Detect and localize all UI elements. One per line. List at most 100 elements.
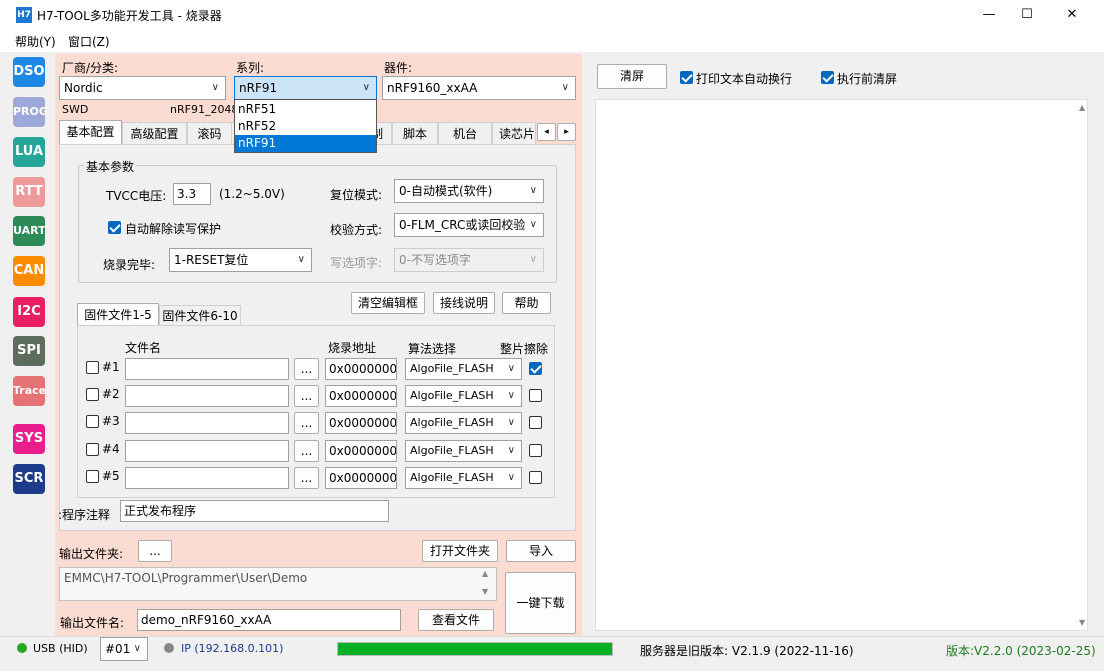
sidebar-item-can[interactable]: CAN [13,256,45,286]
file-name-input[interactable] [125,440,289,462]
one-click-download-button[interactable]: 一键下载 [505,572,576,634]
vendor-label: 厂商/分类: [62,61,119,75]
sidebar-item-trace[interactable]: Trace [13,376,46,406]
output-path[interactable]: EMMC\H7-TOOL\Programmer\User\Demo [59,567,497,601]
sidebar-item-uart[interactable]: UART [13,216,46,246]
vendor-select[interactable]: Nordic ∨ [59,76,226,100]
console-scrollbar[interactable] [1077,100,1087,630]
done-select[interactable]: 1-RESET复位 ∨ [169,248,312,272]
chip-erase-checkbox[interactable] [529,389,542,402]
chip-erase-checkbox[interactable] [529,471,542,484]
tab-read-chip[interactable]: 读芯片 [492,122,536,144]
sidebar-item-sys[interactable]: SYS [13,424,45,454]
series-option-nrf91[interactable]: nRF91 [235,135,376,152]
sidebar-item-dso[interactable]: DSO [13,57,45,87]
port-select[interactable]: #01 ∨ [100,637,148,661]
chip-erase-checkbox[interactable] [529,362,542,375]
device-label: 器件: [384,61,413,75]
option-bytes-select[interactable]: 0-不写选项字 ∨ [394,248,544,272]
view-file-button[interactable]: 查看文件 [418,609,494,631]
maximize-button[interactable]: ☐ [1004,0,1050,30]
scroll-down-icon[interactable]: ▼ [1079,618,1085,627]
auto-unlock-checkbox[interactable] [108,221,121,234]
clear-console-button[interactable]: 清屏 [597,64,667,89]
sidebar-item-prog[interactable]: PROG [13,97,48,127]
scroll-up-icon[interactable]: ▲ [1079,103,1085,112]
done-label: 烧录完毕: [103,258,156,272]
algorithm-select[interactable]: AlgoFile_FLASH ∨ [405,358,522,380]
chevron-down-icon: ∨ [362,82,370,93]
output-filename-input[interactable]: demo_nRF9160_xxAA [137,609,401,631]
scroll-down-icon[interactable]: ▼ [482,587,488,596]
ip-status: IP (192.168.0.101) [181,642,284,655]
sidebar-item-rtt[interactable]: RTT [13,177,45,207]
console-output[interactable] [595,99,1088,631]
series-option-nrf52[interactable]: nRF52 [235,118,376,135]
file-address-input[interactable]: 0x00000000 [325,385,397,407]
file-browse-button[interactable]: ... [294,358,319,380]
verify-select[interactable]: 0-FLM_CRC或读回校验 ∨ [394,213,544,237]
menu-window[interactable]: 窗口(Z) [68,33,110,50]
wiring-guide-button[interactable]: 接线说明 [433,292,495,314]
file-address-input[interactable]: 0x00000000 [325,467,397,489]
tvcc-input[interactable]: 3.3 [173,183,211,205]
tab-firmware-6-10[interactable]: 固件文件6-10 [159,305,241,325]
file-address-input[interactable]: 0x00000000 [325,412,397,434]
sidebar-item-lua[interactable]: LUA [13,137,45,167]
open-folder-button[interactable]: 打开文件夹 [422,540,498,562]
tab-rolling-code[interactable]: 滚码 [187,122,232,144]
file-enable-checkbox[interactable] [86,415,99,428]
chevron-down-icon: ∨ [507,472,515,483]
help-button[interactable]: 帮助 [502,292,551,314]
file-name-input[interactable] [125,412,289,434]
pre-clear-checkbox[interactable] [821,71,834,84]
close-button[interactable]: ✕ [1049,0,1095,30]
algorithm-select[interactable]: AlgoFile_FLASH ∨ [405,385,522,407]
file-browse-button[interactable]: ... [294,412,319,434]
usb-status: USB (HID) [33,642,88,655]
tab-advanced[interactable]: 高级配置 [122,122,187,144]
file-browse-button[interactable]: ... [294,467,319,489]
wrap-text-checkbox[interactable] [680,71,693,84]
algorithm-select[interactable]: AlgoFile_FLASH ∨ [405,440,522,462]
reset-mode-select[interactable]: 0-自动模式(软件) ∨ [394,179,544,203]
output-folder-browse[interactable]: ... [138,540,172,562]
chip-erase-checkbox[interactable] [529,444,542,457]
file-name-input[interactable] [125,385,289,407]
file-enable-checkbox[interactable] [86,470,99,483]
import-button[interactable]: 导入 [506,540,576,562]
file-address-input[interactable]: 0x00000000 [325,440,397,462]
clear-edit-button[interactable]: 清空编辑框 [351,292,425,314]
note-input[interactable]: 正式发布程序 [120,500,389,522]
file-browse-button[interactable]: ... [294,385,319,407]
file-enable-checkbox[interactable] [86,361,99,374]
tab-basic[interactable]: 基本配置 [59,120,122,144]
series-option-nrf51[interactable]: nRF51 [235,101,376,118]
tab-firmware-1-5[interactable]: 固件文件1-5 [77,303,159,325]
file-name-input[interactable] [125,467,289,489]
chevron-down-icon: ∨ [529,254,537,265]
sidebar-item-spi[interactable]: SPI [13,336,45,366]
file-name-input[interactable] [125,358,289,380]
sidebar-item-i2c[interactable]: I2C [13,297,45,327]
algorithm-select[interactable]: AlgoFile_FLASH ∨ [405,412,522,434]
chip-erase-checkbox[interactable] [529,416,542,429]
tab-scroll-right[interactable]: ▸ [557,123,576,141]
algorithm-select[interactable]: AlgoFile_FLASH ∨ [405,467,522,489]
device-select[interactable]: nRF9160_xxAA ∨ [382,76,576,100]
series-select[interactable]: nRF91 ∨ [234,76,377,100]
tab-scroll-left[interactable]: ◂ [537,123,556,141]
tab-machine[interactable]: 机台 [438,122,492,144]
scroll-up-icon[interactable]: ▲ [482,569,488,578]
file-browse-button[interactable]: ... [294,440,319,462]
tab-script[interactable]: 脚本 [392,122,438,144]
chevron-down-icon: ∨ [297,254,305,265]
menu-help[interactable]: 帮助(Y) [15,33,56,50]
output-filename-label: 输出文件名: [60,616,125,630]
file-row-id: #1 [102,360,120,374]
file-enable-checkbox[interactable] [86,388,99,401]
sidebar-item-scr[interactable]: SCR [13,464,45,494]
interface-text: SWD [62,103,89,116]
file-enable-checkbox[interactable] [86,443,99,456]
file-address-input[interactable]: 0x00000000 [325,358,397,380]
